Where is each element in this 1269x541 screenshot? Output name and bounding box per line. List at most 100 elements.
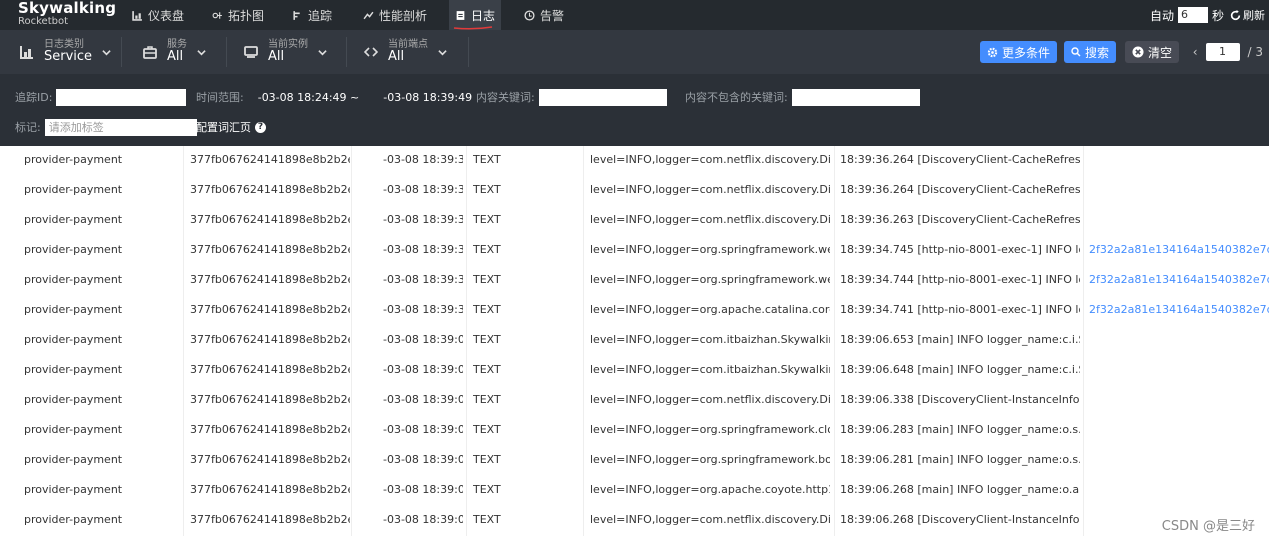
cell-type: TEXT — [473, 423, 501, 436]
cell-content: 18:39:06.281 [main] INFO logger_name:o.s… — [840, 453, 1080, 466]
nav-alarm[interactable]: 告警 — [518, 0, 570, 30]
trace-icon — [293, 10, 300, 20]
table-row[interactable]: provider-payment 377fb067624141898e8b2b2e… — [0, 356, 1269, 386]
cell-service: provider-payment — [24, 393, 123, 406]
column-divider — [351, 386, 352, 416]
column-divider — [183, 416, 184, 446]
table-row[interactable]: provider-payment 377fb067624141898e8b2b2e… — [0, 176, 1269, 206]
nav-trace[interactable]: 追踪 — [286, 0, 338, 30]
cell-service: provider-payment — [24, 213, 123, 226]
cell-content: 18:39:36.264 [DiscoveryClient-CacheRefre… — [840, 153, 1080, 166]
table-row[interactable]: provider-payment 377fb067624141898e8b2b2e… — [0, 296, 1269, 326]
table-row[interactable]: provider-payment 377fb067624141898e8b2b2e… — [0, 476, 1269, 506]
table-row[interactable]: provider-payment 377fb067624141898e8b2b2e… — [0, 446, 1269, 476]
log-category-select[interactable]: 日志类别 Service — [20, 30, 111, 74]
dashboard-icon — [132, 10, 142, 21]
cell-trace-id[interactable]: 2f32a2a81e134164a1540382e7dbd — [1089, 296, 1269, 326]
cell-instance: 377fb067624141898e8b2b2e1... — [190, 423, 350, 436]
interval-input[interactable]: 6 — [1177, 7, 1208, 23]
cell-trace-id[interactable]: 2f32a2a81e134164a1540382e7dbd — [1089, 266, 1269, 296]
prev-page-icon[interactable]: ‹ — [1193, 45, 1198, 59]
tag-input[interactable]: 请添加标签 — [44, 118, 197, 136]
column-divider — [1083, 236, 1084, 266]
instance-select[interactable]: 当前实例 All — [244, 30, 327, 74]
column-divider — [183, 206, 184, 236]
cell-trace-id[interactable] — [1089, 416, 1269, 446]
tag-filter: 标记: 请添加标签 — [15, 118, 197, 136]
cell-type: TEXT — [473, 333, 501, 346]
cell-trace-id[interactable] — [1089, 326, 1269, 356]
column-divider — [583, 236, 584, 266]
divider — [346, 37, 347, 67]
code-icon — [364, 47, 378, 57]
cell-time: -03-08 18:39:06 — [383, 393, 463, 406]
table-row[interactable]: provider-payment 377fb067624141898e8b2b2e… — [0, 266, 1269, 296]
nav-log-label: 日志 — [471, 8, 496, 23]
nav-profile[interactable]: 性能剖析 — [357, 0, 433, 30]
column-divider — [466, 206, 467, 236]
cell-trace-id[interactable] — [1089, 356, 1269, 386]
cell-tags: level=INFO,logger=org.springframework.we… — [590, 243, 830, 256]
log-icon — [456, 10, 465, 20]
column-divider — [466, 446, 467, 476]
divider — [468, 37, 469, 67]
table-row[interactable]: provider-payment 377fb067624141898e8b2b2e… — [0, 416, 1269, 446]
nav-topology[interactable]: 拓扑图 — [206, 0, 270, 30]
column-divider — [834, 236, 835, 266]
cell-content: 18:39:06.283 [main] INFO logger_name:o.s… — [840, 423, 1080, 436]
table-row[interactable]: provider-payment 377fb067624141898e8b2b2e… — [0, 506, 1269, 536]
column-divider — [1083, 506, 1084, 536]
column-divider — [466, 236, 467, 266]
config-label: 配置词汇页 — [196, 121, 251, 134]
table-row[interactable]: provider-payment 377fb067624141898e8b2b2e… — [0, 326, 1269, 356]
refresh-label: 刷新 — [1243, 9, 1265, 22]
cell-trace-id[interactable] — [1089, 386, 1269, 416]
trace-id-input[interactable] — [56, 88, 187, 106]
table-row[interactable]: provider-payment 377fb067624141898e8b2b2e… — [0, 206, 1269, 236]
cell-instance: 377fb067624141898e8b2b2e1... — [190, 183, 350, 196]
table-row[interactable]: provider-payment 377fb067624141898e8b2b2e… — [0, 236, 1269, 266]
column-divider — [466, 146, 467, 176]
cell-trace-id[interactable] — [1089, 476, 1269, 506]
nav-dashboard[interactable]: 仪表盘 — [126, 0, 190, 30]
time-end[interactable]: -03-08 18:39:49 — [383, 91, 472, 104]
cell-trace-id[interactable] — [1089, 446, 1269, 476]
search-button[interactable]: 搜索 — [1064, 41, 1117, 63]
refresh-button[interactable]: 刷新 — [1230, 7, 1265, 23]
more-conditions-button[interactable]: 更多条件 — [980, 41, 1058, 63]
column-divider — [466, 476, 467, 506]
column-divider — [583, 296, 584, 326]
keyword-input[interactable] — [538, 88, 667, 106]
column-divider — [834, 356, 835, 386]
time-range-filter: 时间范围: -03-08 18:24:49 ~ -03-08 18:39:49 — [196, 88, 472, 106]
cell-content: 18:39:06.268 [DiscoveryClient-InstanceIn… — [840, 513, 1080, 526]
cell-trace-id[interactable]: 2f32a2a81e134164a1540382e7dbd — [1089, 236, 1269, 266]
help-icon[interactable]: ? — [255, 121, 266, 133]
column-divider — [1083, 386, 1084, 416]
table-row[interactable]: provider-payment 377fb067624141898e8b2b2e… — [0, 146, 1269, 176]
column-divider — [1083, 296, 1084, 326]
cell-trace-id[interactable] — [1089, 176, 1269, 206]
column-divider — [183, 446, 184, 476]
column-divider — [351, 296, 352, 326]
instance-value: All — [268, 49, 285, 65]
cell-instance: 377fb067624141898e8b2b2e1... — [190, 303, 350, 316]
column-divider — [583, 206, 584, 236]
time-start[interactable]: -03-08 18:24:49 ~ — [258, 91, 360, 104]
app-logo[interactable]: Skywalking Rocketbot — [18, 1, 116, 27]
service-select[interactable]: 服务 All — [143, 30, 206, 74]
column-divider — [351, 266, 352, 296]
chevron-down-icon — [102, 49, 111, 55]
cell-trace-id[interactable] — [1089, 206, 1269, 236]
column-divider — [1083, 146, 1084, 176]
table-row[interactable]: provider-payment 377fb067624141898e8b2b2e… — [0, 386, 1269, 416]
column-divider — [583, 476, 584, 506]
config-vocabulary-link[interactable]: 配置词汇页 ? — [196, 118, 266, 136]
endpoint-select[interactable]: 当前端点 All — [364, 30, 447, 74]
page-input[interactable]: 1 — [1205, 43, 1240, 61]
exclude-keyword-input[interactable] — [791, 88, 920, 106]
cell-time: -03-08 18:39:06 — [383, 333, 463, 346]
clear-button[interactable]: 清空 — [1125, 41, 1180, 63]
cell-trace-id[interactable] — [1089, 146, 1269, 176]
chevron-down-icon — [197, 49, 206, 55]
